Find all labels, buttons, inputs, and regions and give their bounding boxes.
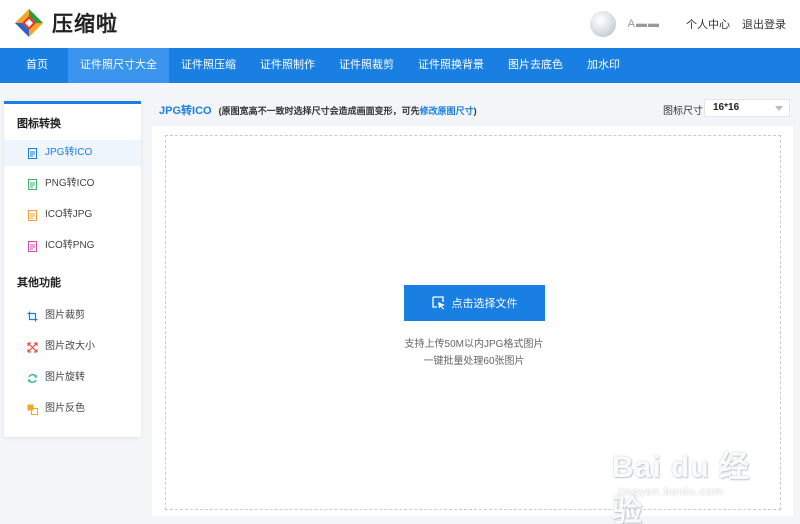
watermark-main: Bai du 经验 xyxy=(612,451,751,524)
user-area: A▬▬ 个人中心 退出登录 xyxy=(589,6,786,42)
nav-item-watermark[interactable]: 加水印 xyxy=(575,48,632,83)
logo-diamond-icon xyxy=(15,9,43,37)
sidebar-item-resize[interactable]: 图片改大小 xyxy=(4,334,141,360)
sidebar-item-jpg-to-ico[interactable]: JPG转ICO xyxy=(4,140,141,166)
select-file-label: 点击选择文件 xyxy=(451,298,518,310)
resize-icon xyxy=(27,342,38,352)
user-center-link[interactable]: 个人中心 xyxy=(686,16,730,32)
crop-icon xyxy=(27,311,38,321)
rotate-icon xyxy=(28,373,37,383)
upload-hint-size: 支持上传50M以内JPG格式图片 xyxy=(404,339,544,350)
ico-png-file-icon xyxy=(28,240,37,252)
sidebar-item-label: 图片反色 xyxy=(45,403,85,414)
nav-item-remove-background[interactable]: 图片去底色 xyxy=(496,48,575,83)
sidebar-item-ico-to-png[interactable]: ICO转PNG xyxy=(4,233,141,259)
logo-text: 压缩啦 xyxy=(52,13,118,36)
logout-link[interactable]: 退出登录 xyxy=(742,16,786,32)
icon-size-value: 16*16 xyxy=(713,102,740,113)
sidebar-section-other: 其他功能 xyxy=(17,277,61,289)
sidebar-item-label: 图片裁剪 xyxy=(45,310,85,321)
sidebar-item-rotate[interactable]: 图片旋转 xyxy=(4,365,141,391)
sidebar-section-icon-convert: 图标转换 xyxy=(17,118,61,130)
invert-icon xyxy=(27,404,38,415)
nav-item-id-photo-sizes[interactable]: 证件照尺寸大全 xyxy=(68,48,169,83)
sidebar-item-label: PNG转ICO xyxy=(45,178,95,189)
page-title: JPG转ICO (原图宽高不一致时选择尺寸会造成画面变形，可先修改原图尺寸) xyxy=(159,102,477,118)
icon-size-label: 图标尺寸 xyxy=(663,106,703,117)
chevron-down-icon xyxy=(775,106,783,111)
nav-item-id-photo-compress[interactable]: 证件照压缩 xyxy=(169,48,248,83)
watermark-sub: jingyan.baidu.com xyxy=(618,486,724,498)
nav-item-id-photo-background[interactable]: 证件照换背景 xyxy=(406,48,496,83)
main-nav: 首页 证件照尺寸大全 证件照压缩 证件照制作 证件照裁剪 证件照换背景 图片去底… xyxy=(0,48,800,83)
nav-item-id-photo-crop[interactable]: 证件照裁剪 xyxy=(327,48,406,83)
nav-item-home[interactable]: 首页 xyxy=(0,48,68,83)
page-note: (原图宽高不一致时选择尺寸会造成画面变形，可先修改原图尺寸) xyxy=(219,106,477,116)
sidebar-item-label: 图片旋转 xyxy=(45,372,85,383)
sidebar-item-crop[interactable]: 图片裁剪 xyxy=(4,303,141,329)
sidebar-item-label: JPG转ICO xyxy=(45,147,93,158)
main-header: JPG转ICO (原图宽高不一致时选择尺寸会造成画面变形，可先修改原图尺寸) 图… xyxy=(150,94,795,124)
png-file-icon xyxy=(28,178,37,190)
logo[interactable]: 压缩啦 xyxy=(14,8,118,38)
page-note-prefix: (原图宽高不一致时选择尺寸会造成画面变形，可先 xyxy=(218,106,420,116)
sidebar-item-png-to-ico[interactable]: PNG转ICO xyxy=(4,171,141,197)
sidebar-item-ico-to-jpg[interactable]: ICO转JPG xyxy=(4,202,141,228)
jpg-file-icon xyxy=(28,147,37,159)
avatar[interactable] xyxy=(589,11,616,37)
ico-file-icon xyxy=(28,209,37,221)
page-note-suffix: ) xyxy=(473,106,477,116)
nav-item-id-photo-make[interactable]: 证件照制作 xyxy=(248,48,327,83)
sidebar-item-label: ICO转PNG xyxy=(45,240,95,251)
header: 压缩啦 A▬▬ 个人中心 退出登录 xyxy=(0,0,800,48)
sidebar: 图标转换 JPG转ICO PNG转ICO ICO转JPG ICO转PNG 其他功… xyxy=(4,101,141,437)
username: A▬▬ xyxy=(627,18,660,30)
sidebar-item-label: 图片改大小 xyxy=(45,341,95,352)
select-file-button[interactable]: 点击选择文件 xyxy=(404,285,545,321)
icon-size-select[interactable]: 16*16 xyxy=(704,99,790,117)
page-title-text: JPG转ICO xyxy=(159,105,212,117)
modify-size-link[interactable]: 修改原图尺寸 xyxy=(420,106,474,116)
sidebar-item-label: ICO转JPG xyxy=(45,209,93,220)
sidebar-item-invert[interactable]: 图片反色 xyxy=(4,396,141,422)
cursor-click-icon xyxy=(431,296,445,310)
upload-hint-batch: 一键批量处理60张图片 xyxy=(423,356,525,367)
baidu-watermark: Bai du 经验 jingyan.baidu.com xyxy=(612,434,762,524)
